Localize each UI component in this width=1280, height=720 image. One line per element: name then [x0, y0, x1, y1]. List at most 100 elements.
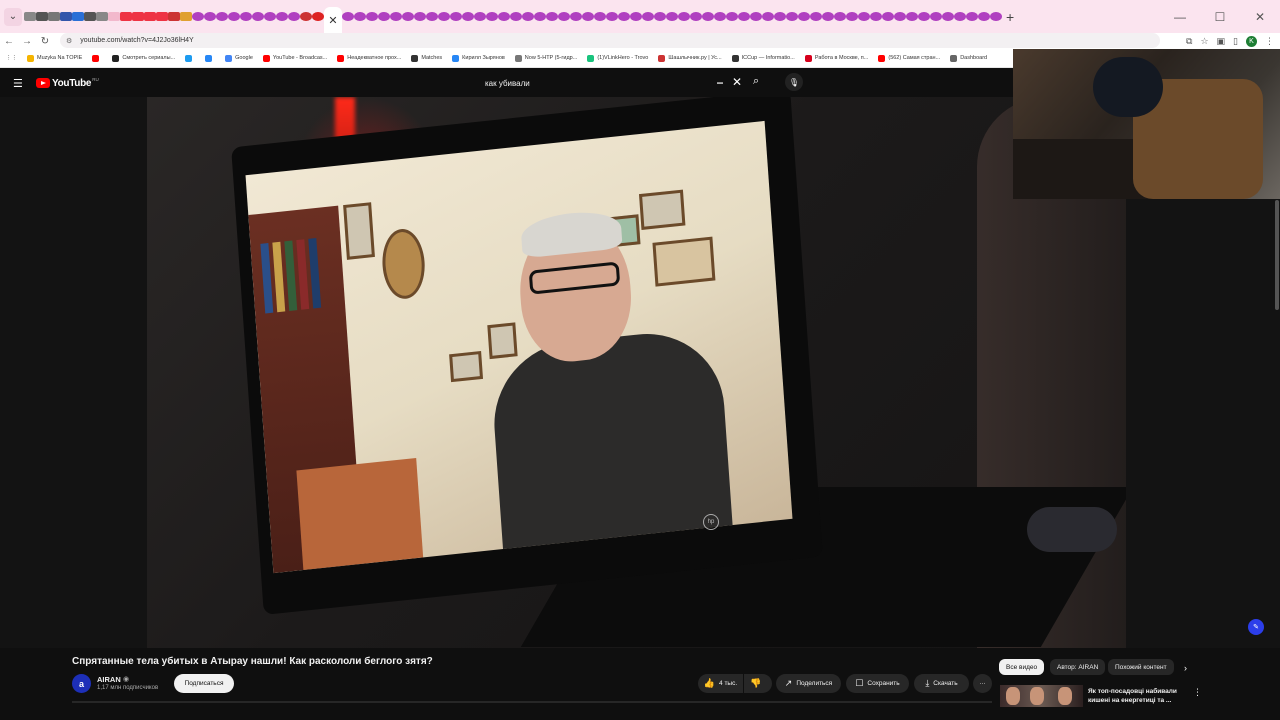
tab-favicon[interactable]	[666, 12, 678, 21]
tab-favicon[interactable]	[618, 12, 630, 21]
extension-badge-icon[interactable]: ✎	[1248, 619, 1264, 635]
youtube-logo[interactable]: YouTube RU	[36, 77, 99, 89]
tab-favicon[interactable]	[702, 12, 714, 21]
tab-favicon[interactable]	[36, 12, 48, 21]
tab-favicon[interactable]	[390, 12, 402, 21]
bookmark-item[interactable]: Muzyka Na TOPIE	[27, 54, 82, 62]
tab-favicon[interactable]	[132, 12, 144, 21]
dislike-button[interactable]: 👎	[744, 674, 772, 693]
bookmark-item[interactable]: Matches	[411, 54, 442, 62]
tab-favicon[interactable]	[204, 12, 216, 21]
tab-favicon[interactable]	[846, 12, 858, 21]
share-button[interactable]: ↗ Поделиться	[776, 674, 841, 693]
tab-favicon[interactable]	[108, 12, 120, 21]
download-button[interactable]: ⤓ Скачать	[914, 674, 969, 693]
back-icon[interactable]: ←	[0, 36, 18, 47]
tab-favicon[interactable]	[750, 12, 762, 21]
tab-favicon[interactable]	[654, 12, 666, 21]
tab-favicon[interactable]	[570, 12, 582, 21]
bookmark-item[interactable]	[205, 54, 215, 62]
chip-all-videos[interactable]: Все видео	[999, 659, 1045, 675]
tab-favicon[interactable]	[84, 12, 96, 21]
tab-favicon[interactable]	[534, 12, 546, 21]
tab-favicon[interactable]	[24, 12, 36, 21]
tab-favicon[interactable]	[762, 12, 774, 21]
bookmark-item[interactable]: YouTube - Broadcas...	[262, 54, 327, 62]
tab-favicon[interactable]	[240, 12, 252, 21]
keyboard-icon[interactable]: ▬	[717, 80, 723, 86]
forward-icon[interactable]: →	[18, 36, 36, 47]
like-button[interactable]: 👍 4 тыс.	[698, 674, 743, 693]
tab-favicon[interactable]	[774, 12, 786, 21]
tab-favicon[interactable]	[192, 12, 204, 21]
chip-similar-content[interactable]: Похожий контент	[1108, 659, 1174, 675]
channel-name[interactable]: AIRAN	[97, 675, 121, 684]
tab-favicon[interactable]	[966, 12, 978, 21]
recommended-video-title[interactable]: Як топ-посадовці набивали кишені на енер…	[1088, 687, 1188, 705]
voice-search-button[interactable]: 🎙	[785, 73, 803, 91]
tab-favicon[interactable]	[474, 12, 486, 21]
close-window-icon[interactable]: ✕	[1240, 10, 1280, 24]
bookmark-item[interactable]: Dashboard	[950, 54, 987, 62]
tab-favicon[interactable]	[378, 12, 390, 21]
tab-favicon[interactable]	[894, 12, 906, 21]
tab-favicon[interactable]	[738, 12, 750, 21]
search-input[interactable]: как убивали ▬ ✕	[480, 72, 750, 94]
more-actions-button[interactable]: ···	[973, 674, 992, 693]
tab-favicon[interactable]	[942, 12, 954, 21]
tab-favicon[interactable]	[798, 12, 810, 21]
new-tab-icon[interactable]: +	[1006, 9, 1014, 25]
tab-favicon[interactable]	[168, 12, 180, 21]
page-scrollbar[interactable]	[1275, 200, 1279, 310]
tab-favicon[interactable]	[342, 12, 354, 21]
extensions-icon[interactable]: ▣	[1217, 36, 1226, 47]
bookmark-item[interactable]: ICCup — Informatio...	[731, 54, 795, 62]
subscribe-button[interactable]: Подписаться	[174, 674, 234, 693]
tab-favicon[interactable]	[498, 12, 510, 21]
tab-favicon[interactable]	[354, 12, 366, 21]
install-icon[interactable]: ⧉	[1186, 36, 1192, 47]
tab-favicon[interactable]	[426, 12, 438, 21]
search-button[interactable]: ⌕	[753, 75, 759, 88]
tab-favicon[interactable]	[180, 12, 192, 21]
tab-favicon[interactable]	[954, 12, 966, 21]
active-tab-close-icon[interactable]: ✕	[324, 7, 342, 33]
bookmark-item[interactable]: Неадекватное прох...	[337, 54, 401, 62]
tab-favicon[interactable]	[642, 12, 654, 21]
address-bar[interactable]: ⚙ youtube.com/watch?v=4J2Jo36lH4Y	[60, 33, 1160, 48]
tab-favicon[interactable]	[144, 12, 156, 21]
tab-favicon[interactable]	[678, 12, 690, 21]
bookmark-item[interactable]: (562) Самая стран...	[878, 54, 940, 62]
bookmark-item[interactable]: Смотреть сериалы...	[112, 54, 175, 62]
tab-favicon[interactable]	[978, 12, 990, 21]
channel-avatar[interactable]: a	[72, 674, 91, 693]
bookmark-item[interactable]	[185, 54, 195, 62]
tab-favicon[interactable]	[486, 12, 498, 21]
save-button[interactable]: ☐ Сохранить	[846, 674, 909, 693]
recommendation-menu-icon[interactable]: ⋮	[1193, 687, 1202, 698]
tab-favicon[interactable]	[582, 12, 594, 21]
bookmark-star-icon[interactable]: ☆	[1200, 36, 1208, 47]
tab-favicon[interactable]	[48, 12, 60, 21]
tab-favicon[interactable]	[822, 12, 834, 21]
tab-favicon[interactable]	[156, 12, 168, 21]
chip-author[interactable]: Автор: AIRAN	[1050, 659, 1106, 675]
tab-favicon[interactable]	[858, 12, 870, 21]
chevron-right-icon[interactable]: ›	[1184, 663, 1187, 673]
tab-favicon[interactable]	[438, 12, 450, 21]
tab-favicon[interactable]	[786, 12, 798, 21]
tab-favicon[interactable]	[312, 12, 324, 21]
tab-favicon[interactable]	[834, 12, 846, 21]
tab-favicon[interactable]	[60, 12, 72, 21]
recommended-video-thumbnail[interactable]	[1000, 685, 1083, 707]
tab-favicon[interactable]	[606, 12, 618, 21]
tab-favicon[interactable]	[276, 12, 288, 21]
reload-icon[interactable]: ↻	[36, 36, 54, 47]
tab-favicon[interactable]	[228, 12, 240, 21]
tab-favicon[interactable]	[594, 12, 606, 21]
tab-favicon[interactable]	[216, 12, 228, 21]
tab-favicon[interactable]	[522, 12, 534, 21]
tab-favicon[interactable]	[252, 12, 264, 21]
tab-favicon[interactable]	[726, 12, 738, 21]
tab-favicon[interactable]	[366, 12, 378, 21]
